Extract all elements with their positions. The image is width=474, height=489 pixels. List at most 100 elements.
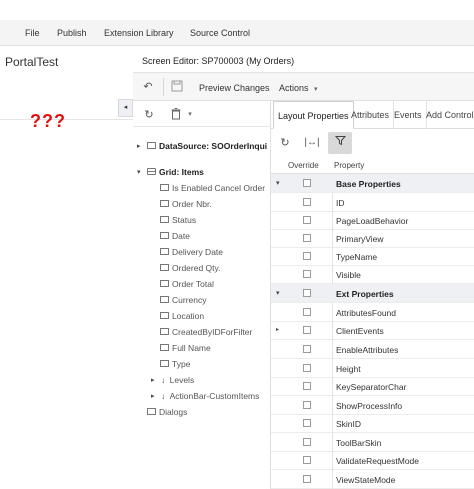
field-icon xyxy=(160,344,169,352)
chevron-right-icon[interactable]: ▸ xyxy=(276,326,279,333)
property-row[interactable]: PrimaryView xyxy=(271,229,474,248)
tab-add-controls[interactable]: Add Controls xyxy=(422,101,474,129)
tree-node-dialogs[interactable]: Dialogs xyxy=(147,407,187,421)
property-name: ClientEvents xyxy=(336,326,384,336)
property-row[interactable]: ToolBarSkin xyxy=(271,433,474,452)
column-header-property[interactable]: Property xyxy=(334,161,364,170)
tab-attributes[interactable]: Attributes xyxy=(347,101,395,129)
property-name: AttributesFound xyxy=(336,308,397,318)
property-name: Visible xyxy=(336,270,361,280)
property-name: PrimaryView xyxy=(336,234,384,244)
tree-field-item[interactable]: Full Name xyxy=(160,343,211,357)
refresh-icon[interactable]: ↻ xyxy=(273,132,297,154)
chevron-down-icon[interactable]: ▾ xyxy=(276,179,280,187)
chevron-right-icon[interactable]: ▸ xyxy=(151,392,155,400)
override-checkbox[interactable] xyxy=(303,438,311,446)
tree-field-item[interactable]: CreatedByIDForFilter xyxy=(160,327,252,341)
override-checkbox[interactable] xyxy=(303,382,311,390)
menu-file[interactable]: File xyxy=(25,28,40,38)
tree-field-label: CreatedByIDForFilter xyxy=(172,327,253,337)
property-row[interactable]: Visible xyxy=(271,265,474,284)
delete-icon[interactable] xyxy=(169,108,183,122)
property-row[interactable]: ValidateRequestMode xyxy=(271,451,474,470)
group-row-ext[interactable]: ▾ Ext Properties xyxy=(271,284,474,303)
grid-label: Grid: Items xyxy=(159,167,204,177)
actions-menu-button[interactable]: Actions ▾ xyxy=(279,83,318,93)
tree-field-item[interactable]: Type xyxy=(160,359,190,373)
filter-icon[interactable] xyxy=(328,132,352,154)
property-row[interactable]: Height xyxy=(271,359,474,378)
tree-field-item[interactable]: Currency xyxy=(160,295,206,309)
property-row[interactable]: ▸ ClientEvents xyxy=(271,321,474,340)
chevron-down-icon[interactable]: ▾ xyxy=(137,168,141,176)
field-icon xyxy=(160,200,169,208)
property-row[interactable]: KeySeparatorChar xyxy=(271,377,474,396)
property-row[interactable]: ShowProcessInfo xyxy=(271,396,474,415)
group-label: Ext Properties xyxy=(336,289,394,299)
override-checkbox[interactable] xyxy=(303,345,311,353)
menu-publish[interactable]: Publish xyxy=(57,28,87,38)
override-checkbox[interactable] xyxy=(303,234,311,242)
editor-toolbar: ↶ Preview Changes Actions ▾ xyxy=(133,73,474,101)
chevron-right-icon[interactable]: ▸ xyxy=(151,376,155,384)
tree-node-levels[interactable]: ▸ ↓ Levels xyxy=(151,375,194,389)
preview-changes-button[interactable]: Preview Changes xyxy=(199,83,270,93)
project-title: PortalTest xyxy=(5,55,59,69)
tree-node-grid[interactable]: ▾ Grid: Items xyxy=(137,167,204,181)
screen-editor-title: Screen Editor: SP700003 (My Orders) xyxy=(142,56,295,66)
menu-extension-library[interactable]: Extension Library xyxy=(104,28,174,38)
tree-field-item[interactable]: Is Enabled Cancel Order xyxy=(160,183,265,197)
property-row[interactable]: TypeName xyxy=(271,247,474,266)
undo-icon[interactable]: ↶ xyxy=(141,80,155,94)
tree-field-label: Currency xyxy=(172,295,207,305)
group-row-base[interactable]: ▾ Base Properties xyxy=(271,174,474,193)
chevron-down-icon[interactable]: ▾ xyxy=(183,108,197,122)
tree-field-item[interactable]: Ordered Qty. xyxy=(160,263,221,277)
tree-node-datasource[interactable]: ▸ DataSource: SOOrderInqui xyxy=(137,141,267,155)
override-checkbox[interactable] xyxy=(303,308,311,316)
tree-field-item[interactable]: Order Nbr. xyxy=(160,199,212,213)
tree-node-actionbar[interactable]: ▸ ↓ ActionBar-CustomItems xyxy=(151,391,259,405)
field-icon xyxy=(160,216,169,224)
override-checkbox[interactable] xyxy=(303,252,311,260)
override-checkbox[interactable] xyxy=(303,475,311,483)
tree-field-item[interactable]: Order Total xyxy=(160,279,214,293)
override-checkbox[interactable] xyxy=(303,289,311,297)
override-checkbox[interactable] xyxy=(303,364,311,372)
field-icon xyxy=(160,296,169,304)
override-checkbox[interactable] xyxy=(303,179,311,187)
override-checkbox[interactable] xyxy=(303,326,311,334)
property-row[interactable]: AttributesFound xyxy=(271,303,474,322)
chevron-down-icon[interactable]: ▾ xyxy=(276,289,280,297)
override-checkbox[interactable] xyxy=(303,270,311,278)
refresh-icon[interactable]: ↻ xyxy=(142,108,156,122)
tree-field-item[interactable]: Status xyxy=(160,215,196,229)
property-row[interactable]: PageLoadBehavior xyxy=(271,211,474,230)
property-row[interactable]: ID xyxy=(271,193,474,212)
tree-field-item[interactable]: Delivery Date xyxy=(160,247,223,261)
override-checkbox[interactable] xyxy=(303,456,311,464)
override-checkbox[interactable] xyxy=(303,401,311,409)
arrow-down-icon: ↓ xyxy=(161,375,166,385)
grid-icon xyxy=(147,168,156,176)
tree-field-item[interactable]: Date xyxy=(160,231,190,245)
tab-layout-properties[interactable]: Layout Properties xyxy=(273,101,354,129)
levels-label: Levels xyxy=(169,375,195,385)
override-checkbox[interactable] xyxy=(303,216,311,224)
save-icon[interactable] xyxy=(170,80,184,94)
override-checkbox[interactable] xyxy=(303,419,311,427)
property-row[interactable]: ViewStateMode xyxy=(271,470,474,489)
property-row[interactable]: EnableAttributes xyxy=(271,340,474,359)
chevron-down-icon: ▾ xyxy=(314,86,318,93)
dialogs-label: Dialogs xyxy=(159,407,188,417)
collapse-pane-button[interactable]: ◂ xyxy=(118,99,133,117)
toolbar-separator xyxy=(163,78,164,96)
tree-field-item[interactable]: Location xyxy=(160,311,204,325)
menu-source-control[interactable]: Source Control xyxy=(190,28,250,38)
column-header-override[interactable]: Override xyxy=(288,161,319,170)
override-checkbox[interactable] xyxy=(303,198,311,206)
property-row[interactable]: SkinID xyxy=(271,414,474,433)
expand-width-icon[interactable]: |↔| xyxy=(300,132,324,154)
chevron-right-icon[interactable]: ▸ xyxy=(137,142,141,150)
property-name: ID xyxy=(336,198,345,208)
